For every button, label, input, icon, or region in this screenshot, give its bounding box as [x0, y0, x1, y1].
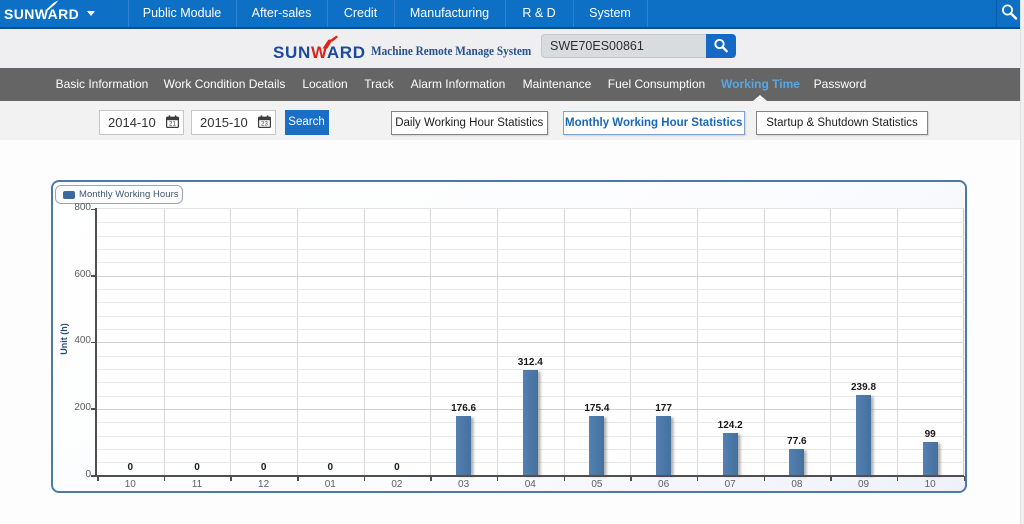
svg-text:23: 23	[261, 121, 268, 128]
svg-text:21: 21	[169, 121, 176, 128]
